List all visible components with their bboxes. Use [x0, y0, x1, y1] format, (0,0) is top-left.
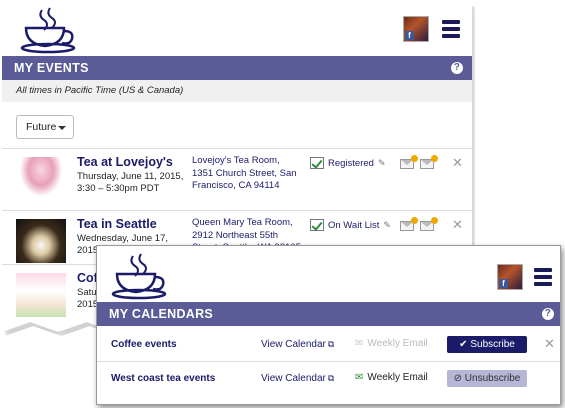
weekly-email-icon: ✉	[355, 338, 364, 349]
email-alert-icon[interactable]	[400, 217, 418, 231]
weekly-email-toggle[interactable]: ✉ Weekly Email	[355, 338, 428, 349]
pencil-icon[interactable]: ✎	[378, 158, 386, 169]
bell-dot	[431, 217, 438, 224]
calendar-row: Coffee events View Calendar ⧉ ✉ Weekly Em…	[97, 328, 560, 361]
facebook-avatar[interactable]: f	[403, 16, 429, 42]
view-calendar-link[interactable]: View Calendar ⧉	[261, 339, 334, 350]
event-status-label: On Wait List	[328, 219, 380, 231]
alert-dot	[411, 217, 418, 224]
help-icon[interactable]: ?	[542, 308, 554, 320]
event-filter-dropdown[interactable]: Future	[16, 115, 74, 139]
timezone-note: All times in Pacific Time (US & Canada)	[2, 80, 472, 102]
event-address-line: 2912 Northeast 55th	[192, 229, 279, 241]
event-title[interactable]: Tea in Seattle	[77, 217, 157, 231]
event-row: Tea at Lovejoy's Thursday, June 11, 2015…	[2, 148, 472, 208]
event-title[interactable]: Cof	[77, 271, 98, 285]
email-alert-icon[interactable]	[400, 155, 418, 169]
event-image-teacup[interactable]	[16, 219, 66, 263]
events-section-title: MY EVENTS	[14, 61, 89, 75]
event-date: Thursday, June 11, 2015, 3:30 – 5:30pm P…	[77, 171, 187, 195]
subscribe-button[interactable]: ✔ Subscribe	[447, 336, 527, 353]
hamburger-menu-icon[interactable]	[534, 268, 552, 286]
external-link-icon: ⧉	[327, 373, 335, 383]
event-status[interactable]: On Wait List ✎	[310, 219, 391, 231]
event-venue: Queen Mary Tea Room,	[192, 217, 293, 228]
calendar-name: Coffee events	[111, 339, 177, 350]
calendars-section-title: MY CALENDARS	[109, 307, 214, 321]
alert-dot	[411, 155, 418, 162]
bell-email-icon[interactable]	[420, 155, 438, 169]
event-title[interactable]: Tea at Lovejoy's	[77, 155, 173, 169]
unsubscribe-button[interactable]: ⊘ Unsubscribe	[447, 370, 527, 387]
event-status-label: Registered	[328, 157, 374, 169]
facebook-avatar[interactable]: f	[497, 264, 523, 290]
unsubscribe-label: Unsubscribe	[464, 373, 521, 384]
calendars-panel: f MY CALENDARS ? Coffee events View Cale…	[96, 245, 561, 405]
event-date-line: Wednesday, June 17,	[77, 233, 169, 244]
event-status[interactable]: Registered ✎	[310, 157, 386, 169]
weekly-email-label: Weekly Email	[367, 372, 428, 383]
event-venue: Lovejoy's Tea Room,	[192, 155, 280, 166]
bell-email-icon[interactable]	[420, 217, 438, 231]
bell-dot	[431, 155, 438, 162]
help-icon[interactable]: ?	[451, 62, 463, 74]
event-time-line: 3:30 – 5:30pm PDT	[77, 183, 160, 194]
external-link-icon: ⧉	[327, 339, 335, 349]
ban-icon: ⊘	[453, 373, 462, 384]
teacup-logo[interactable]	[20, 6, 84, 54]
waitlist-check-icon	[310, 219, 324, 231]
pencil-icon[interactable]: ✎	[383, 220, 391, 231]
event-address[interactable]: Lovejoy's Tea Room, 1351 Church Street, …	[192, 155, 302, 193]
event-image-cake[interactable]	[16, 273, 66, 317]
calendar-row: West coast tea events View Calendar ⧉ ✉ W…	[97, 362, 560, 395]
calendars-topbar: f	[97, 246, 560, 302]
view-calendar-label: View Calendar	[261, 339, 326, 350]
event-date-line: Thursday, June 11, 2015,	[77, 171, 184, 182]
events-section-header: MY EVENTS ?	[2, 56, 472, 80]
view-calendar-link[interactable]: View Calendar ⧉	[261, 373, 334, 384]
chevron-down-icon	[58, 126, 66, 130]
close-icon[interactable]: ✕	[452, 217, 463, 233]
weekly-email-toggle[interactable]: ✉ Weekly Email	[355, 372, 428, 383]
view-calendar-label: View Calendar	[261, 373, 326, 384]
registered-check-icon	[310, 157, 324, 169]
calendars-section-header: MY CALENDARS ?	[97, 302, 560, 326]
hamburger-menu-icon[interactable]	[442, 20, 460, 38]
teacup-logo[interactable]	[111, 252, 175, 300]
weekly-email-label: Weekly Email	[367, 338, 428, 349]
check-icon: ✔	[459, 339, 468, 350]
weekly-email-icon: ✉	[355, 372, 364, 383]
event-address-line: Francisco, CA 94114	[192, 180, 280, 191]
subscribe-label: Subscribe	[470, 339, 515, 350]
event-image-teacups[interactable]	[16, 157, 66, 201]
event-address-line: 1351 Church Street, San	[192, 167, 297, 179]
event-filter-value: Future	[26, 121, 57, 133]
close-icon[interactable]: ✕	[544, 336, 555, 352]
events-topbar: f	[2, 2, 472, 56]
close-icon[interactable]: ✕	[452, 155, 463, 171]
calendar-name: West coast tea events	[111, 373, 216, 384]
